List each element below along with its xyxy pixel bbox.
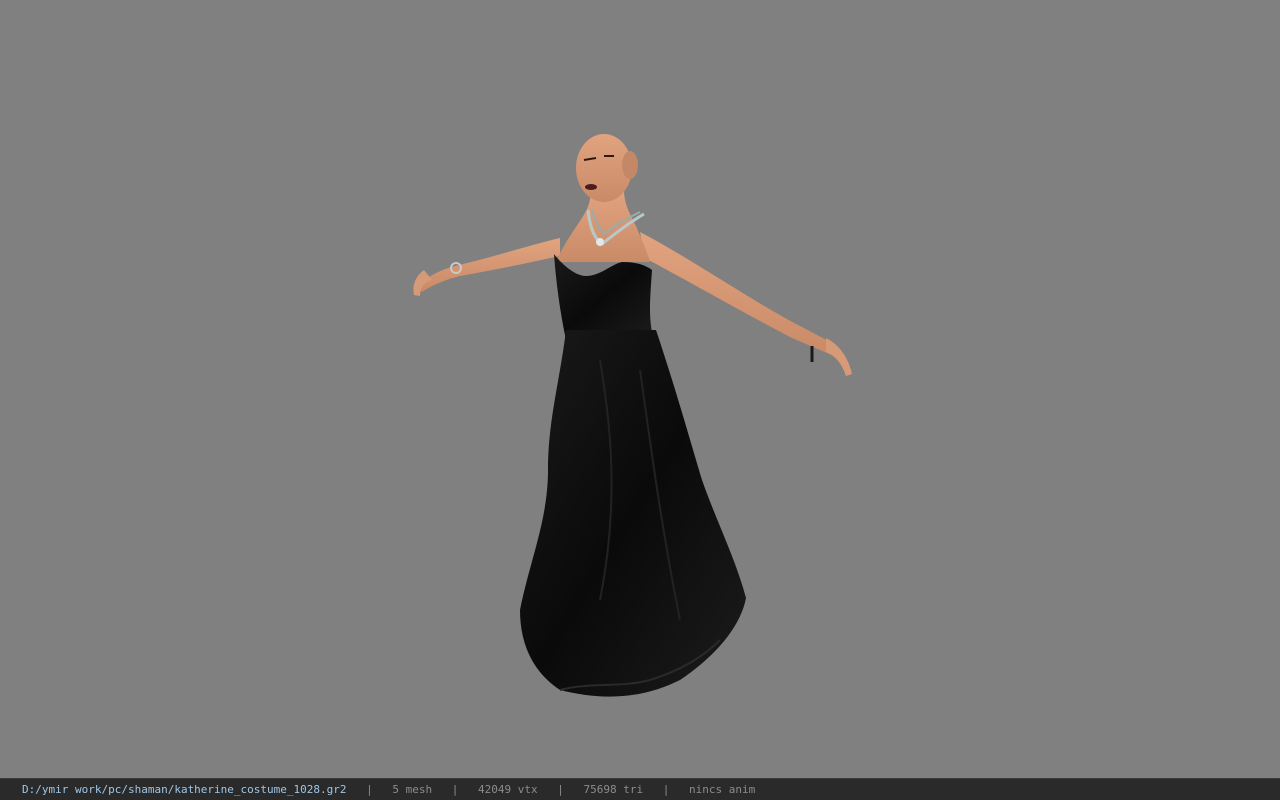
separator: | — [557, 783, 564, 796]
right-hand — [826, 338, 852, 376]
mesh-count-label: 5 mesh — [392, 783, 433, 796]
dress-skirt — [520, 330, 746, 697]
character-model[interactable] — [0, 0, 1280, 778]
separator: | — [662, 783, 670, 796]
status-bar: D:/ymir work/pc/shaman/katherine_costume… — [0, 778, 1280, 800]
triangle-count-label: 75698 tri — [583, 783, 644, 796]
right-arm — [640, 232, 838, 356]
animation-label: nincs anim — [688, 783, 756, 796]
dress-bodice — [554, 254, 654, 340]
separator: | — [451, 783, 459, 796]
vertex-count-label: 42049 vtx — [478, 783, 538, 796]
file-path-label: D:/ymir work/pc/shaman/katherine_costume… — [22, 783, 347, 796]
3d-viewport[interactable] — [0, 0, 1280, 778]
left-arm — [418, 238, 560, 292]
separator: | — [366, 783, 373, 796]
